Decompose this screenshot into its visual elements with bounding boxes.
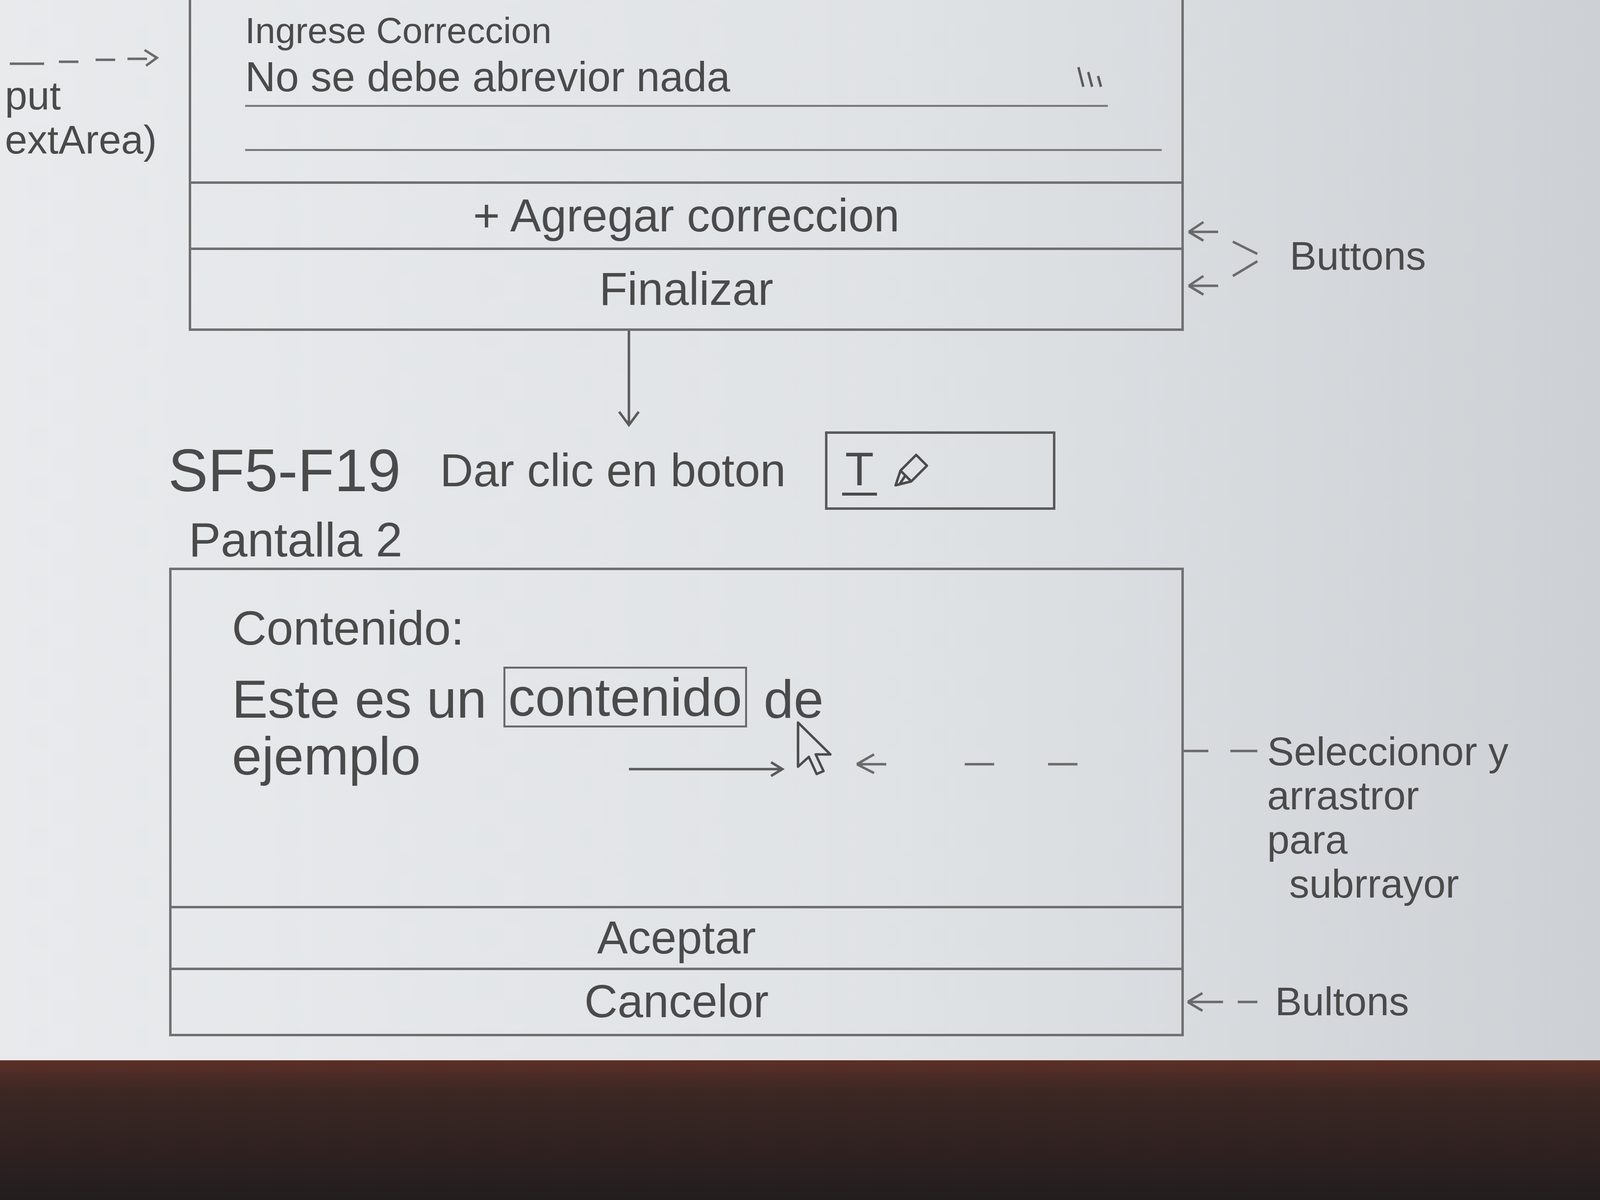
step-instruction: Dar clic en boton [440,445,786,496]
annotation-text: subrrayor [1267,861,1509,906]
field-value-row[interactable]: No se debe abrevior nada [245,51,1108,107]
pointer-arrow-icon [1183,987,1268,1017]
add-correction-button[interactable]: + Agregar correccion [191,183,1182,248]
content-word[interactable]: de [763,670,824,728]
annotation-text: Buttons [1289,233,1426,278]
content-label: Contenido: [231,599,1172,658]
correction-form: put extArea) Ingrese Correccion No se de… [0,0,1600,331]
step-heading: SF5-F19 Dar clic en boton T [0,428,1600,513]
annotation-text: arrastror [1267,773,1509,818]
content-text[interactable]: Este es un contenido de ejemplo [231,666,1172,784]
annotation-text: Bultons [1275,979,1410,1024]
drag-gesture [420,744,1172,784]
field-line [245,106,1162,151]
step-code: SF5-F19 [168,437,401,504]
field-value[interactable]: No se debe abrevior nada [245,51,731,102]
buttons-annotation: Bultons [1183,967,1600,1037]
mouse-cursor-icon [788,720,838,779]
dashed-arrow-icon [4,44,162,74]
flow-arrow [0,330,1600,429]
content-panel: Contenido: Este es un contenido de ejemplo [169,567,1184,907]
textarea-field[interactable]: Ingrese Correccion No se debe abrevior n… [188,0,1184,182]
underline-tool-button[interactable]: T [825,431,1056,510]
input-annotation: put extArea) [0,0,189,182]
table-edge [0,1060,1600,1200]
accept-button[interactable]: Aceptar [171,908,1182,968]
cancel-button[interactable]: Cancelor [171,970,1182,1034]
down-arrow-icon [614,330,644,429]
dashes-icon [1183,729,1268,773]
selection-annotation: Seleccionor y arrastror para subrrayor [1183,567,1600,907]
pointer-arrow-icon [851,749,1107,779]
drag-arrow-icon [626,744,789,784]
content-line[interactable]: Este es un contenido de [231,666,1172,728]
annotation-text: put [4,73,185,118]
content-word[interactable]: ejemplo [231,727,421,785]
highlighter-icon [891,450,931,491]
annotation-text: extArea) [4,117,185,162]
finish-button[interactable]: Finalizar [191,250,1182,329]
annotation-text: Seleccionor y [1267,729,1509,774]
underline-screen: Contenido: Este es uncontenidodeejemplo … [0,567,1600,1037]
resize-handle-icon[interactable] [1073,62,1108,92]
buttons-annotation: Buttons [1183,181,1600,331]
content-line[interactable]: ejemplo [231,727,1172,785]
field-label: Ingrese Correccion [245,9,1162,52]
selected-word[interactable]: contenido [503,666,748,728]
content-word[interactable]: Este es un [231,670,487,728]
screen-title: Pantalla 2 [0,512,1600,568]
pointer-arrows-icon [1183,207,1282,306]
tool-letter: T [842,445,877,496]
sketch-page: put extArea) Ingrese Correccion No se de… [0,0,1600,1200]
annotation-text: para [1267,817,1509,862]
